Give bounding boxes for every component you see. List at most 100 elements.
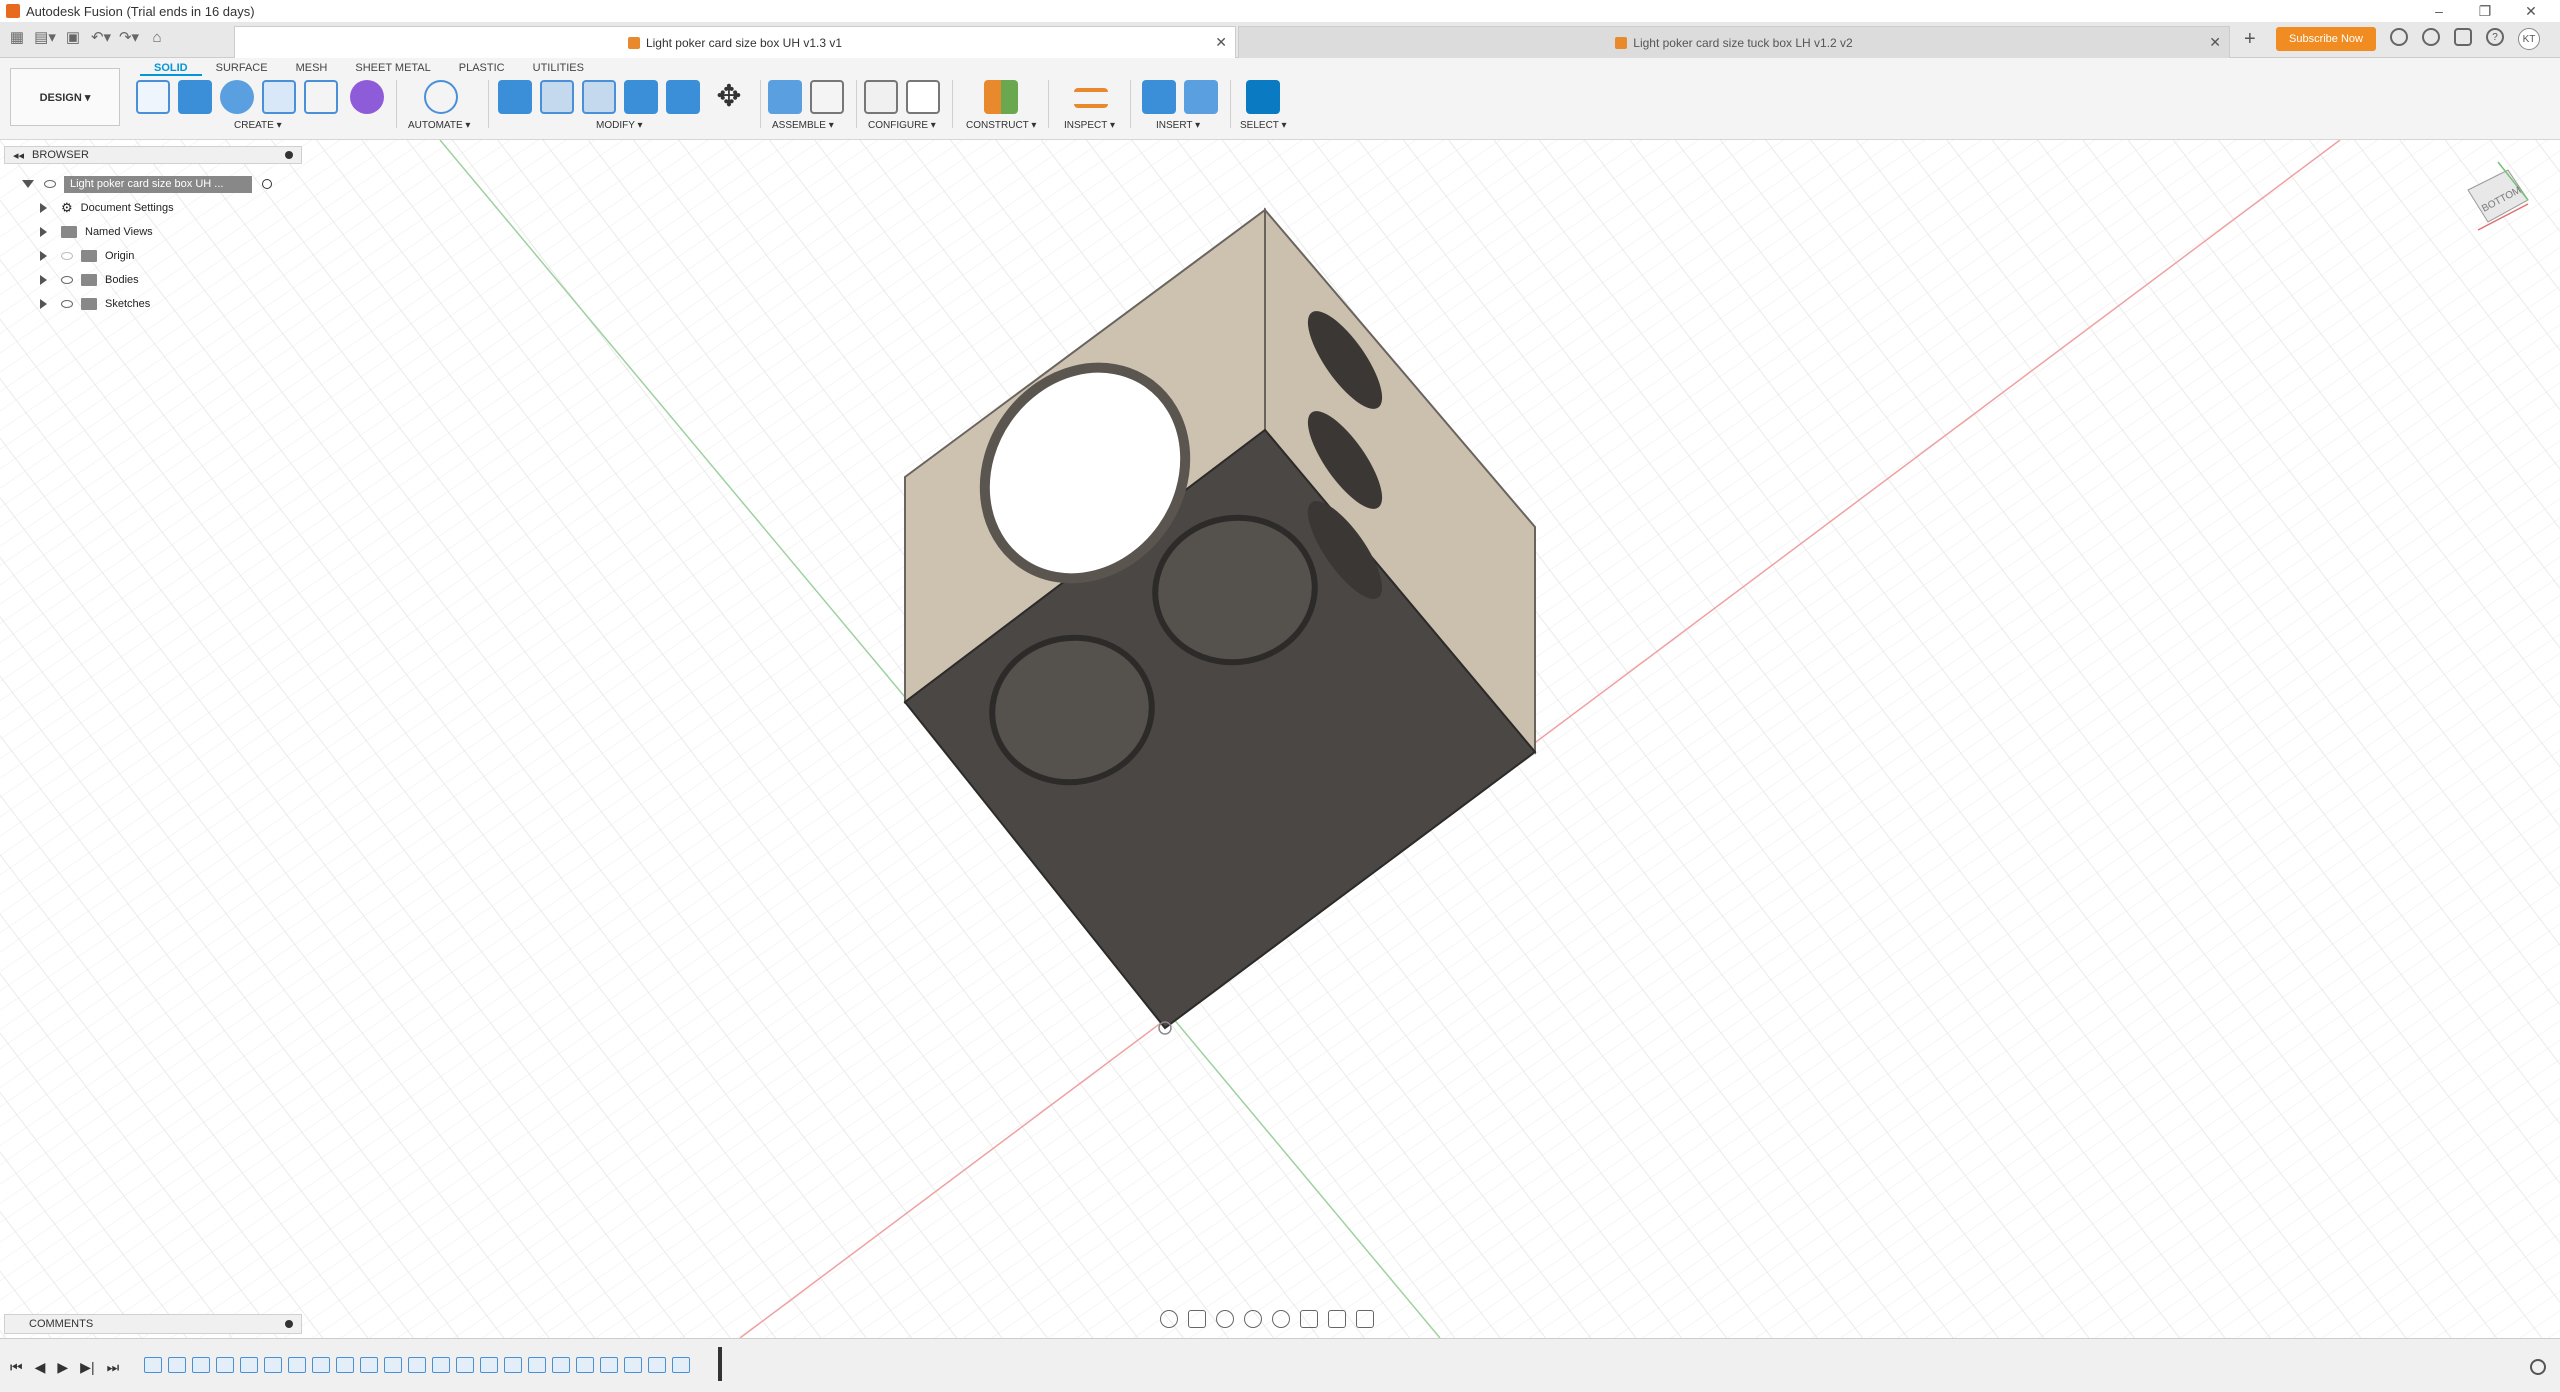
collapse-browser-icon[interactable]: ◂◂: [13, 149, 24, 162]
measure-icon[interactable]: [1074, 88, 1108, 108]
select-icon[interactable]: [1246, 80, 1280, 114]
redo-icon[interactable]: ↷▾: [118, 28, 140, 46]
construct-group-label[interactable]: CONSTRUCT ▾: [966, 120, 1036, 131]
timeline-marker[interactable]: [718, 1347, 722, 1381]
restore-icon[interactable]: ❐: [2462, 0, 2508, 22]
tab-active-document[interactable]: Light poker card size box UH v1.3 v1 ✕: [234, 26, 1236, 58]
timeline-feature[interactable]: [528, 1357, 546, 1373]
tree-item-sketches[interactable]: Sketches: [40, 294, 150, 314]
timeline-feature[interactable]: [576, 1357, 594, 1373]
notifications-icon[interactable]: [2454, 28, 2472, 46]
automate-icon[interactable]: [424, 80, 458, 114]
tab-surface[interactable]: SURFACE: [202, 60, 282, 76]
create-sketch-icon[interactable]: [136, 80, 170, 114]
timeline-settings-gear-icon[interactable]: [2530, 1359, 2546, 1375]
undo-icon[interactable]: ↶▾: [90, 28, 112, 46]
visibility-eye-icon[interactable]: [61, 252, 73, 260]
timeline-feature[interactable]: [432, 1357, 450, 1373]
timeline-feature[interactable]: [312, 1357, 330, 1373]
insert-derive-icon[interactable]: [1142, 80, 1176, 114]
timeline-feature[interactable]: [672, 1357, 690, 1373]
expand-icon[interactable]: [40, 203, 47, 213]
go-to-end-icon[interactable]: ⏭: [107, 1359, 120, 1376]
insert-group-label[interactable]: INSERT ▾: [1156, 120, 1200, 131]
canvas-viewport[interactable]: [0, 140, 2560, 1338]
timeline-feature[interactable]: [480, 1357, 498, 1373]
tab-plastic[interactable]: PLASTIC: [445, 60, 519, 76]
construct-plane-icon[interactable]: [984, 80, 1018, 114]
automate-group-label[interactable]: AUTOMATE ▾: [408, 120, 470, 131]
modify-group-label[interactable]: MODIFY ▾: [596, 120, 643, 131]
form-icon[interactable]: [350, 80, 384, 114]
timeline-feature[interactable]: [456, 1357, 474, 1373]
new-component-icon[interactable]: [768, 80, 802, 114]
press-pull-icon[interactable]: [498, 80, 532, 114]
timeline-feature[interactable]: [552, 1357, 570, 1373]
inspect-group-label[interactable]: INSPECT ▾: [1064, 120, 1115, 131]
expand-icon[interactable]: [40, 251, 47, 261]
view-cube[interactable]: BOTTOM: [2458, 160, 2538, 240]
grid-settings-icon[interactable]: [1328, 1310, 1346, 1328]
configuration-table-icon[interactable]: [906, 80, 940, 114]
close-tab-icon[interactable]: ✕: [1215, 34, 1227, 51]
expand-icon[interactable]: [40, 275, 47, 285]
visibility-eye-icon[interactable]: [44, 180, 56, 188]
look-at-icon[interactable]: [1188, 1310, 1206, 1328]
expand-icon[interactable]: [40, 227, 47, 237]
avatar[interactable]: KT: [2518, 28, 2540, 50]
pattern-icon[interactable]: [304, 80, 338, 114]
tree-item-document-settings[interactable]: ⚙ Document Settings: [40, 198, 174, 218]
timeline-feature[interactable]: [336, 1357, 354, 1373]
visibility-eye-icon[interactable]: [61, 300, 73, 308]
tab-sheet-metal[interactable]: SHEET METAL: [341, 60, 444, 76]
file-menu-icon[interactable]: ▤▾: [34, 28, 56, 46]
help-icon[interactable]: ?: [2486, 28, 2504, 46]
tree-root[interactable]: Light poker card size box UH ...: [22, 174, 272, 194]
zoom-icon[interactable]: [1244, 1310, 1262, 1328]
tab-utilities[interactable]: UTILITIES: [519, 60, 598, 76]
close-tab-icon[interactable]: ✕: [2209, 34, 2221, 51]
timeline-feature[interactable]: [624, 1357, 642, 1373]
go-to-start-icon[interactable]: ⏮: [10, 1359, 23, 1376]
timeline-feature[interactable]: [360, 1357, 378, 1373]
timeline-feature[interactable]: [240, 1357, 258, 1373]
tree-item-origin[interactable]: Origin: [40, 246, 134, 266]
display-settings-icon[interactable]: [1300, 1310, 1318, 1328]
timeline-feature[interactable]: [216, 1357, 234, 1373]
extrude-icon[interactable]: [178, 80, 212, 114]
chamfer-icon[interactable]: [582, 80, 616, 114]
visibility-eye-icon[interactable]: [61, 276, 73, 284]
extensions-icon[interactable]: [2390, 28, 2408, 46]
fillet-icon[interactable]: [540, 80, 574, 114]
insert-canvas-icon[interactable]: [1184, 80, 1218, 114]
model-canvas[interactable]: [0, 140, 2560, 1338]
timeline-feature[interactable]: [264, 1357, 282, 1373]
pin-icon[interactable]: [285, 1320, 293, 1328]
subscribe-button[interactable]: Subscribe Now: [2276, 27, 2376, 51]
tab-mesh[interactable]: MESH: [282, 60, 342, 76]
joint-icon[interactable]: [810, 80, 844, 114]
pan-icon[interactable]: [1216, 1310, 1234, 1328]
expand-icon[interactable]: [40, 299, 47, 309]
timeline-feature[interactable]: [192, 1357, 210, 1373]
fit-icon[interactable]: [1272, 1310, 1290, 1328]
browser-panel-header[interactable]: ◂◂ BROWSER: [4, 146, 302, 164]
root-component-label[interactable]: Light poker card size box UH ...: [64, 175, 252, 193]
timeline-feature[interactable]: [600, 1357, 618, 1373]
timeline-feature[interactable]: [288, 1357, 306, 1373]
activate-component-icon[interactable]: [262, 179, 272, 189]
revolve-icon[interactable]: [220, 80, 254, 114]
move-icon[interactable]: ✥: [712, 80, 746, 114]
step-forward-icon[interactable]: ▶|: [80, 1359, 94, 1376]
viewports-icon[interactable]: [1356, 1310, 1374, 1328]
tab-inactive-document[interactable]: Light poker card size tuck box LH v1.2 v…: [1238, 26, 2230, 58]
timeline-feature[interactable]: [144, 1357, 162, 1373]
orbit-icon[interactable]: [1160, 1310, 1178, 1328]
hole-icon[interactable]: [262, 80, 296, 114]
close-window-icon[interactable]: ✕: [2508, 0, 2554, 22]
assemble-group-label[interactable]: ASSEMBLE ▾: [772, 120, 834, 131]
job-status-icon[interactable]: [2422, 28, 2440, 46]
combine-icon[interactable]: [624, 80, 658, 114]
tree-item-bodies[interactable]: Bodies: [40, 270, 139, 290]
timeline-feature[interactable]: [384, 1357, 402, 1373]
